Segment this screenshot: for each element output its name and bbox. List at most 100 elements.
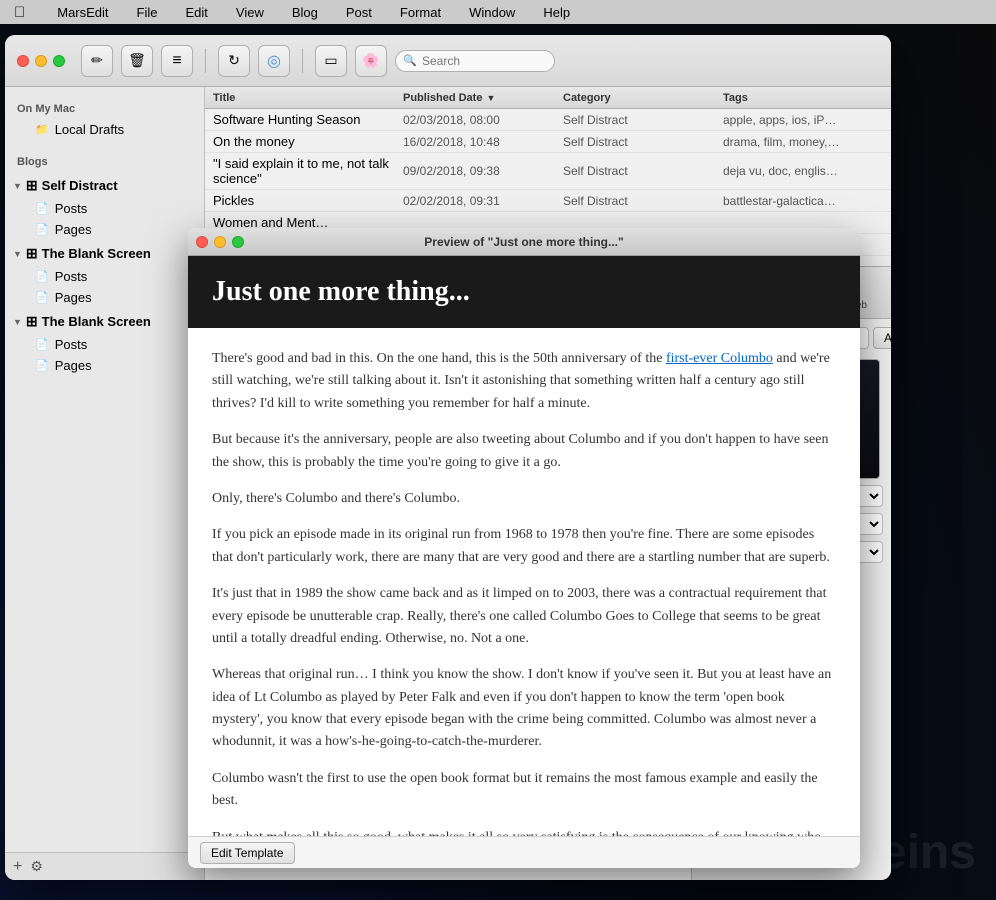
preview-content: Just one more thing... There's good and … (188, 256, 860, 836)
wordpress-icon-1: ⊞ (26, 177, 38, 194)
menu-bar:  MarsEdit File Edit View Blog Post Form… (0, 0, 996, 24)
add-tag-button[interactable]: Add (873, 327, 891, 349)
pages-icon-2: 📄 (35, 291, 49, 304)
col-header-date: Published Date ▼ (403, 92, 563, 104)
preview-para-8: But what makes all this so good, what ma… (212, 827, 836, 836)
activity-icon: ◎ (267, 51, 281, 71)
post-row[interactable]: Software Hunting Season 02/03/2018, 08:0… (205, 109, 891, 131)
preview-para-2: But because it's the anniversary, people… (212, 429, 836, 474)
preview-post-title: Just one more thing... (212, 276, 836, 308)
sort-icon: ▼ (486, 93, 495, 103)
sidebar: On My Mac 📁 Local Drafts Blogs ▼ ⊞ Self … (5, 87, 205, 880)
posts-label-1: Posts (55, 201, 88, 216)
compose-icon: ✏ (91, 52, 103, 69)
preview-minimize-button[interactable] (214, 236, 226, 248)
disclosure-icon-3: ▼ (13, 317, 22, 327)
posts-icon-2: 📄 (35, 270, 49, 283)
list-button[interactable]: ≡ (161, 45, 193, 77)
preview-body: There's good and bad in this. On the one… (188, 328, 860, 836)
close-button[interactable] (17, 55, 29, 67)
view-button[interactable]: ▭ (315, 45, 347, 77)
columbo-link[interactable]: first-ever Columbo (666, 351, 773, 366)
photos-button[interactable]: 🌸 (355, 45, 387, 77)
preview-para-6: Whereas that original run… I think you k… (212, 664, 836, 754)
menu-blog[interactable]: Blog (286, 3, 324, 22)
preview-maximize-button[interactable] (232, 236, 244, 248)
toolbar-separator-2 (302, 49, 303, 73)
wordpress-icon-2: ⊞ (26, 245, 38, 262)
search-input[interactable] (395, 50, 555, 72)
col-header-title: Title (213, 92, 403, 104)
new-post-button[interactable]: ✏ (81, 45, 113, 77)
post-row[interactable]: On the money 16/02/2018, 10:48 Self Dist… (205, 131, 891, 153)
posts-icon-3: 📄 (35, 338, 49, 351)
sidebar-blog-blank-screen-1[interactable]: ▼ ⊞ The Blank Screen (5, 240, 204, 266)
search-container: 🔍 (395, 50, 555, 72)
preview-window: Preview of "Just one more thing..." Just… (188, 228, 860, 868)
pages-icon-1: 📄 (35, 223, 49, 236)
sidebar-item-blank-screen-2-posts[interactable]: 📄 Posts (5, 334, 204, 355)
pages-label-2: Pages (55, 290, 92, 305)
menu-help[interactable]: Help (537, 3, 576, 22)
menu-window[interactable]: Window (463, 3, 521, 22)
col-header-tags: Tags (723, 92, 883, 104)
preview-close-button[interactable] (196, 236, 208, 248)
sidebar-item-self-distract-posts[interactable]: 📄 Posts (5, 198, 204, 219)
main-toolbar: ✏ 🗑 ≡ ↻ ◎ ▭ 🌸 🔍 (5, 35, 891, 87)
preview-para-7: Columbo wasn't the first to use the open… (212, 768, 836, 813)
edit-template-button[interactable]: Edit Template (200, 842, 295, 864)
sidebar-item-self-distract-pages[interactable]: 📄 Pages (5, 219, 204, 240)
posts-label-2: Posts (55, 269, 88, 284)
preview-footer: Edit Template (188, 836, 860, 868)
preview-para-4: If you pick an episode made in its origi… (212, 524, 836, 569)
maximize-button[interactable] (53, 55, 65, 67)
on-my-mac-header: On My Mac (5, 95, 204, 119)
add-blog-button[interactable]: + (13, 858, 22, 876)
pages-label-1: Pages (55, 222, 92, 237)
posts-icon-1: 📄 (35, 202, 49, 215)
preview-para-1: There's good and bad in this. On the one… (212, 348, 836, 415)
post-list-header: Title Published Date ▼ Category Tags (205, 87, 891, 109)
post-row[interactable]: "I said explain it to me, not talk scien… (205, 153, 891, 190)
minimize-button[interactable] (35, 55, 47, 67)
blogs-header: Blogs (5, 148, 204, 172)
preview-header-bar: Just one more thing... (188, 256, 860, 328)
refresh-button[interactable]: ↻ (218, 45, 250, 77)
disclosure-icon-1: ▼ (13, 181, 22, 191)
preview-para-3: Only, there's Columbo and there's Columb… (212, 488, 836, 510)
blog-blank-screen-2-label: The Blank Screen (42, 314, 151, 329)
settings-button[interactable]: ⚙ (30, 858, 43, 875)
blog-blank-screen-1-label: The Blank Screen (42, 246, 151, 261)
disclosure-icon-2: ▼ (13, 249, 22, 259)
folder-icon: 📁 (35, 123, 49, 136)
menu-format[interactable]: Format (394, 3, 447, 22)
apple-menu[interactable]:  (8, 2, 31, 23)
delete-button[interactable]: 🗑 (121, 45, 153, 77)
preview-para-5: It's just that in 1989 the show came bac… (212, 583, 836, 650)
sidebar-blog-self-distract[interactable]: ▼ ⊞ Self Distract (5, 172, 204, 198)
sidebar-item-blank-screen-1-posts[interactable]: 📄 Posts (5, 266, 204, 287)
sidebar-blog-blank-screen-2[interactable]: ▼ ⊞ The Blank Screen (5, 308, 204, 334)
pages-icon-4: 📄 (35, 359, 49, 372)
menu-view[interactable]: View (230, 3, 270, 22)
list-icon: ≡ (172, 52, 181, 70)
refresh-icon: ↻ (228, 52, 240, 69)
sidebar-item-blank-screen-1-pages[interactable]: 📄 Pages (5, 287, 204, 308)
menu-post[interactable]: Post (340, 3, 378, 22)
sidebar-item-blank-screen-2-pages[interactable]: 📄 Pages (5, 355, 204, 376)
trash-icon: 🗑 (128, 52, 146, 69)
activity-button[interactable]: ◎ (258, 45, 290, 77)
menu-file[interactable]: File (131, 3, 164, 22)
traffic-lights (17, 55, 65, 67)
menu-edit[interactable]: Edit (180, 3, 214, 22)
preview-title: Preview of "Just one more thing..." (424, 235, 623, 249)
menu-marsedit[interactable]: MarsEdit (51, 3, 114, 22)
sidebar-item-local-drafts[interactable]: 📁 Local Drafts (5, 119, 204, 140)
wordpress-icon-3: ⊞ (26, 313, 38, 330)
post-row[interactable]: Pickles 02/02/2018, 09:31 Self Distract … (205, 190, 891, 212)
toolbar-separator-1 (205, 49, 206, 73)
col-header-category: Category (563, 92, 723, 104)
search-icon: 🔍 (403, 54, 417, 67)
posts-label-3: Posts (55, 337, 88, 352)
photos-icon: 🌸 (362, 52, 379, 69)
